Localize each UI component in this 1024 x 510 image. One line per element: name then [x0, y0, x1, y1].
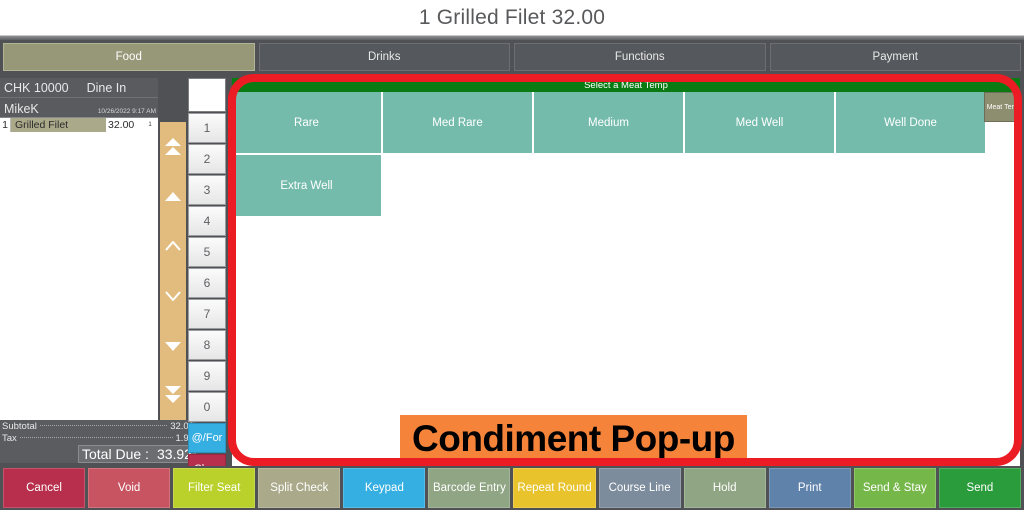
- keypad-key-3[interactable]: 3: [188, 175, 226, 205]
- check-server-row: MikeK 10/26/2022 9:17 AM: [0, 98, 158, 118]
- meat-temp-category-tab[interactable]: Meat Tem: [984, 92, 1020, 122]
- tab-food[interactable]: Food: [3, 43, 255, 71]
- up-arrow-icon[interactable]: [160, 172, 186, 222]
- meat-temp-option-med-rare[interactable]: Med Rare: [383, 92, 534, 155]
- item-name: Grilled Filet: [11, 118, 106, 132]
- tax-row: Tax 1.92: [0, 432, 196, 444]
- barcode-entry-button[interactable]: Barcode Entry: [428, 468, 511, 508]
- popup-header-label: Select a Meat Temp: [584, 79, 668, 91]
- meat-temp-option-med-well[interactable]: Med Well: [685, 92, 836, 155]
- tax-label: Tax: [2, 432, 17, 444]
- tab-drinks-label: Drinks: [367, 51, 401, 63]
- keypad-display[interactable]: [188, 78, 226, 112]
- keypad-key-5[interactable]: 5: [188, 237, 226, 267]
- check-panel: CHK 10000 Dine In MikeK 10/26/2022 9:17 …: [0, 78, 158, 463]
- check-number: CHK 10000: [4, 80, 69, 95]
- meat-temp-option-extra-well[interactable]: Extra Well: [232, 155, 383, 218]
- tab-payment[interactable]: Payment: [769, 43, 1021, 71]
- cancel-button[interactable]: Cancel: [3, 468, 86, 508]
- order-scroll-column: [160, 122, 186, 420]
- tab-payment-label: Payment: [872, 51, 918, 63]
- tab-food-label: Food: [115, 51, 142, 63]
- subtotal-label: Subtotal: [2, 420, 37, 432]
- hold-button[interactable]: Hold: [683, 468, 766, 508]
- check-header[interactable]: CHK 10000 Dine In: [0, 78, 158, 98]
- tab-drinks[interactable]: Drinks: [258, 43, 510, 71]
- subtotal-row: Subtotal 32.00: [0, 420, 196, 432]
- condiment-popup: Select a Meat Temp Rare Med Rare Medium …: [232, 78, 1020, 510]
- keypad-key-0[interactable]: 0: [188, 392, 226, 422]
- server-name: MikeK: [4, 102, 39, 116]
- numeric-keypad: 1 2 3 4 5 6 7 8 9 0 @/For Clear: [188, 78, 226, 484]
- keypad-at-for-button[interactable]: @/For: [188, 423, 226, 453]
- pos-screen: 1 Grilled Filet 32.00 Food Drinks Functi…: [0, 0, 1024, 510]
- keypad-key-8[interactable]: 8: [188, 330, 226, 360]
- item-price: 32.00: [108, 119, 135, 131]
- meat-temp-option-well-done[interactable]: Well Done: [836, 92, 987, 155]
- void-button[interactable]: Void: [88, 468, 171, 508]
- keypad-key-1[interactable]: 1: [188, 113, 226, 143]
- down-arrow-icon[interactable]: [160, 321, 186, 371]
- meat-temp-option-medium[interactable]: Medium: [534, 92, 685, 155]
- subtotal-leader: [39, 424, 168, 426]
- chevron-down-icon[interactable]: [160, 271, 186, 321]
- order-line-item[interactable]: 1 Grilled Filet 32.00 1: [0, 118, 158, 132]
- keypad-key-6[interactable]: 6: [188, 268, 226, 298]
- total-due-row: Total Due : 33.92: [78, 445, 196, 463]
- send-button[interactable]: Send: [938, 468, 1021, 508]
- meat-temp-option-grid: Rare Med Rare Medium Med Well Well Done …: [232, 92, 1020, 218]
- order-type: Dine In: [86, 80, 127, 95]
- total-due-label: Total Due :: [82, 446, 149, 462]
- keypad-key-9[interactable]: 9: [188, 361, 226, 391]
- check-timestamp: 10/26/2022 9:17 AM: [97, 108, 156, 115]
- print-button[interactable]: Print: [768, 468, 851, 508]
- totals-panel: Subtotal 32.00 Tax 1.92 Total Due : 33.9…: [0, 420, 196, 463]
- item-quantity: 1: [0, 118, 11, 132]
- filter-seat-button[interactable]: Filter Seat: [173, 468, 256, 508]
- keypad-key-2[interactable]: 2: [188, 144, 226, 174]
- double-up-arrow-icon[interactable]: [160, 122, 186, 172]
- keypad-key-4[interactable]: 4: [188, 206, 226, 236]
- chevron-up-icon[interactable]: [160, 221, 186, 271]
- popup-header: Select a Meat Temp: [232, 78, 1020, 92]
- annotation-condiment-popup-label: Condiment Pop-up: [400, 415, 747, 467]
- course-line-button[interactable]: Course Line: [598, 468, 681, 508]
- tab-functions-label: Functions: [614, 51, 665, 63]
- order-item-list[interactable]: 1 Grilled Filet 32.00 1: [0, 118, 158, 463]
- item-seat-number: 1: [148, 122, 152, 128]
- repeat-round-button[interactable]: Repeat Round: [513, 468, 596, 508]
- window-title-bar: 1 Grilled Filet 32.00: [0, 0, 1024, 36]
- split-check-button[interactable]: Split Check: [258, 468, 341, 508]
- bottom-toolbar: Cancel Void Filter Seat Split Check Keyp…: [0, 466, 1024, 510]
- meat-temp-option-rare[interactable]: Rare: [232, 92, 383, 155]
- main-tab-strip: Food Drinks Functions Payment: [0, 40, 1024, 74]
- keypad-button[interactable]: Keypad: [343, 468, 426, 508]
- double-down-arrow-icon[interactable]: [160, 370, 186, 420]
- total-due-value: 33.92: [156, 446, 192, 462]
- tab-functions[interactable]: Functions: [514, 43, 766, 71]
- send-and-stay-button[interactable]: Send & Stay: [853, 468, 936, 508]
- page-title: 1 Grilled Filet 32.00: [418, 5, 606, 29]
- tax-leader: [19, 436, 173, 438]
- keypad-key-7[interactable]: 7: [188, 299, 226, 329]
